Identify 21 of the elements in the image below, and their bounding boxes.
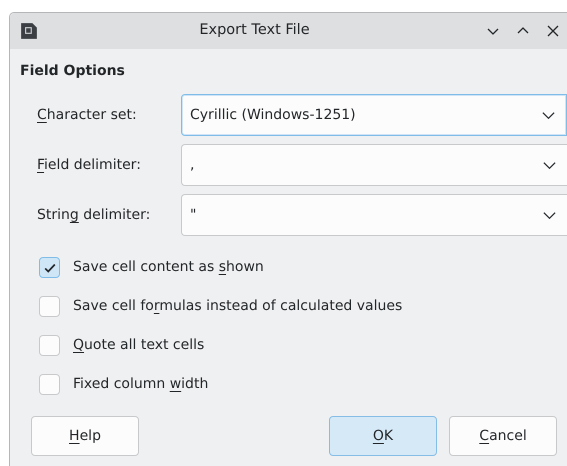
dropdown-field[interactable]: " [181,194,567,236]
checkbox-label: Save cell formulas instead of calculated values [73,297,402,316]
help-button[interactable]: Help [31,416,139,456]
field-label: Character set: [36,106,138,124]
ok-button[interactable]: OK [329,416,437,456]
checkbox[interactable] [39,335,60,356]
cancel-button[interactable]: Cancel [449,416,557,456]
field-label: String delimiter: [36,206,152,224]
dropdown-field[interactable]: , [181,144,567,186]
section-title: Field Options [20,62,126,81]
checkbox-label: Fixed column width [73,375,208,394]
checkbox[interactable] [39,296,60,317]
window-title: Export Text File [198,21,311,40]
close-icon[interactable] [545,23,561,39]
checkbox[interactable] [39,257,60,278]
field-label: Field delimiter: [36,156,142,174]
checkbox-label: Save cell content as shown [73,258,264,277]
app-icon [20,22,38,40]
checkbox-label: Quote all text cells [73,336,204,355]
dropdown-field[interactable]: Cyrillic (Windows-1251) [181,94,567,136]
checkbox[interactable] [39,374,60,395]
